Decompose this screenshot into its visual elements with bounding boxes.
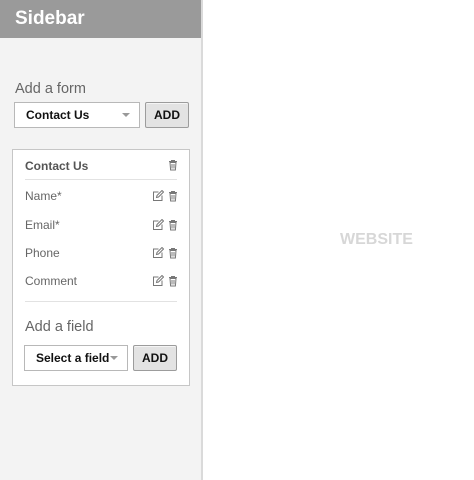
field-label: Name* — [25, 189, 62, 203]
edit-icon[interactable] — [152, 190, 164, 202]
form-panel: Contact Us Name* Email* Phone Comment Ad… — [12, 149, 190, 386]
add-form-label: Add a form — [15, 81, 86, 97]
field-label: Comment — [25, 274, 78, 288]
field-row-phone: Phone — [25, 244, 179, 262]
edit-icon[interactable] — [152, 247, 164, 259]
form-select[interactable]: Contact Us — [14, 102, 140, 128]
panel-divider — [25, 179, 177, 180]
add-field-label: Add a field — [25, 319, 94, 335]
chevron-down-icon — [110, 356, 118, 360]
field-select-value: Select a field — [36, 351, 110, 365]
trash-icon[interactable] — [167, 247, 179, 259]
edit-icon[interactable] — [152, 219, 164, 231]
website-placeholder: WEBSITE — [340, 231, 413, 248]
sidebar-title: Sidebar — [0, 0, 201, 38]
field-label: Email* — [25, 218, 60, 232]
field-label: Phone — [25, 246, 60, 260]
field-row-email: Email* — [25, 216, 179, 234]
edit-icon[interactable] — [152, 275, 164, 287]
form-panel-title: Contact Us — [25, 159, 89, 173]
chevron-down-icon — [122, 113, 130, 117]
sidebar: Sidebar Add a form Contact Us ADD Contac… — [0, 0, 203, 480]
field-row-name: Name* — [25, 187, 179, 205]
trash-icon[interactable] — [167, 275, 179, 287]
add-form-button[interactable]: ADD — [145, 102, 189, 128]
panel-divider — [25, 301, 177, 302]
field-select[interactable]: Select a field — [24, 345, 128, 371]
trash-icon[interactable] — [167, 219, 179, 231]
trash-icon[interactable] — [167, 159, 179, 171]
field-row-comment: Comment — [25, 272, 179, 290]
form-select-value: Contact Us — [26, 108, 90, 122]
trash-icon[interactable] — [167, 190, 179, 202]
add-field-button[interactable]: ADD — [133, 345, 177, 371]
